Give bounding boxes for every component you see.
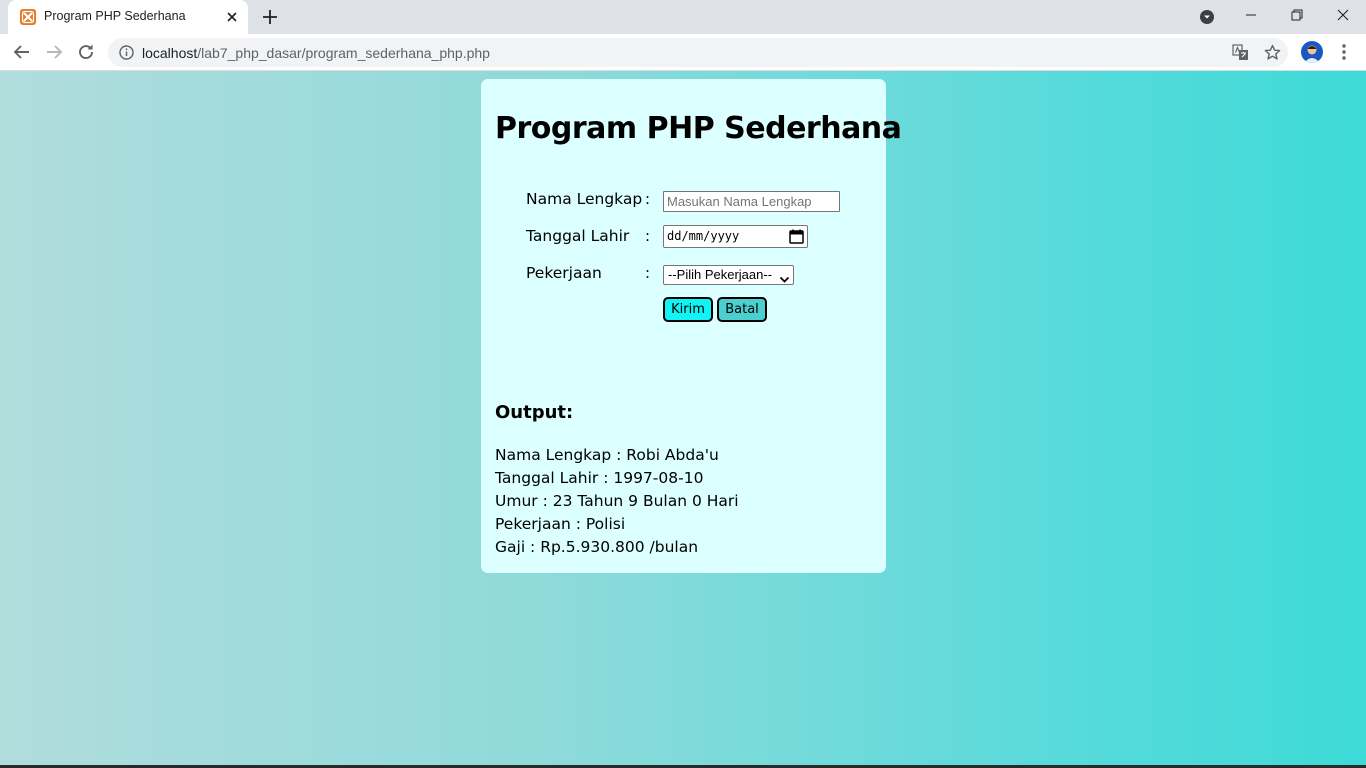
output-block: Nama Lengkap : Robi Abda'u Tanggal Lahir… [495,444,739,559]
tab-search-icon[interactable] [1199,9,1215,25]
nama-label: Nama Lengkap [526,190,643,208]
address-bar[interactable]: localhost/lab7_php_dasar/program_sederha… [108,38,1288,67]
browser-menu-icon[interactable] [1336,42,1352,62]
kirim-button[interactable]: Kirim [663,297,713,322]
back-arrow-icon[interactable] [12,42,32,62]
forward-arrow-icon[interactable] [44,42,64,62]
xampp-favicon-icon [20,9,36,25]
calendar-icon[interactable] [789,229,804,244]
translate-icon[interactable] [1232,44,1249,61]
browser-toolbar: localhost/lab7_php_dasar/program_sederha… [0,34,1366,71]
restore-icon[interactable] [1274,0,1320,30]
nama-input[interactable] [663,191,840,212]
tanggal-separator: : [645,227,651,245]
minimize-icon[interactable] [1228,0,1274,30]
pekerjaan-selected-value: --Pilih Pekerjaan-- [668,267,773,282]
url-host: localhost [142,45,198,61]
url-text: localhost/lab7_php_dasar/program_sederha… [142,45,490,61]
output-line-umur: Umur : 23 Tahun 9 Bulan 0 Hari [495,492,739,510]
output-line-gaji: Gaji : Rp.5.930.800 /bulan [495,538,699,556]
browser-tab[interactable]: Program PHP Sederhana [8,0,248,34]
tanggal-date-value: dd/mm/yyyy [667,229,740,243]
bookmark-star-icon[interactable] [1264,44,1281,61]
pekerjaan-select[interactable]: --Pilih Pekerjaan-- [663,265,794,285]
pekerjaan-separator: : [645,264,651,282]
reload-icon[interactable] [76,42,96,62]
close-window-icon[interactable] [1320,0,1366,30]
output-line-tanggal: Tanggal Lahir : 1997-08-10 [495,469,704,487]
new-tab-icon[interactable] [260,7,280,27]
nama-separator: : [645,190,651,208]
tab-title: Program PHP Sederhana [44,9,186,23]
form-card: Program PHP Sederhana Nama Lengkap : Tan… [481,79,902,573]
tanggal-label: Tanggal Lahir [526,227,630,245]
chevron-down-icon [779,270,790,283]
tanggal-date-input[interactable]: dd/mm/yyyy [663,225,808,248]
page-viewport: Program PHP Sederhana Nama Lengkap : Tan… [0,71,1366,768]
url-path: /lab7_php_dasar/program_sederhana_php.ph… [197,45,490,61]
profile-avatar[interactable] [1301,41,1323,63]
batal-button[interactable]: Batal [717,297,767,322]
output-heading: Output: [495,402,574,423]
page-title: Program PHP Sederhana [495,111,902,146]
output-line-pekerjaan: Pekerjaan : Polisi [495,515,626,533]
tab-close-icon[interactable] [224,9,240,25]
output-line-nama: Nama Lengkap : Robi Abda'u [495,446,719,464]
pekerjaan-label: Pekerjaan [526,264,602,282]
browser-tab-strip: Program PHP Sederhana [0,0,1366,34]
site-info-icon[interactable] [119,45,134,60]
